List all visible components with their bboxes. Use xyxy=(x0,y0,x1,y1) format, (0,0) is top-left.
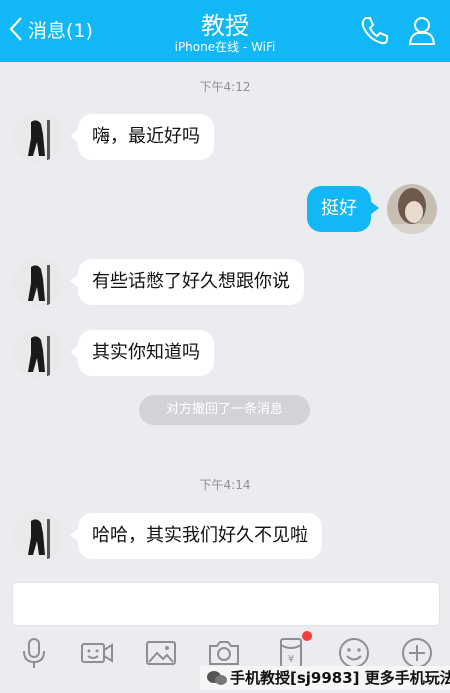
contact-avatar[interactable] xyxy=(13,328,63,378)
watermark-text: 手机教授[sj9983] 更多手机玩法 xyxy=(200,666,450,690)
message-input[interactable] xyxy=(12,582,440,626)
contact-avatar[interactable] xyxy=(13,511,63,561)
profile-icon[interactable] xyxy=(406,14,438,46)
message-bubble-received[interactable]: 哈哈，其实我们好久不见啦 xyxy=(70,513,322,559)
red-packet-icon[interactable]: ¥ xyxy=(274,636,308,670)
video-icon[interactable] xyxy=(80,636,114,670)
timestamp: 下午4:14 xyxy=(199,478,251,492)
microphone-icon[interactable] xyxy=(17,636,51,670)
contact-avatar[interactable] xyxy=(13,257,63,307)
message-bubble-sent[interactable]: 挺好 xyxy=(307,186,379,232)
phone-icon[interactable] xyxy=(358,14,390,46)
message-bubble-received[interactable]: 嗨，最近好吗 xyxy=(70,114,214,160)
recall-notice: 对方撤回了一条消息 xyxy=(139,395,310,425)
timestamp: 下午4:12 xyxy=(199,80,251,94)
camera-icon[interactable] xyxy=(207,636,241,670)
wechat-icon xyxy=(207,671,227,685)
notification-badge xyxy=(302,631,312,641)
plus-icon[interactable] xyxy=(400,636,434,670)
contact-avatar[interactable] xyxy=(13,112,63,162)
message-bubble-received[interactable]: 有些话憋了好久想跟你说 xyxy=(70,259,304,305)
user-avatar[interactable] xyxy=(387,184,437,234)
chat-header: 消息(1) 教授 iPhone在线 - WiFi xyxy=(0,0,450,62)
emoji-icon[interactable] xyxy=(337,636,371,670)
message-bubble-received[interactable]: 其实你知道吗 xyxy=(70,330,214,376)
svg-text:¥: ¥ xyxy=(288,654,294,665)
image-icon[interactable] xyxy=(144,636,178,670)
